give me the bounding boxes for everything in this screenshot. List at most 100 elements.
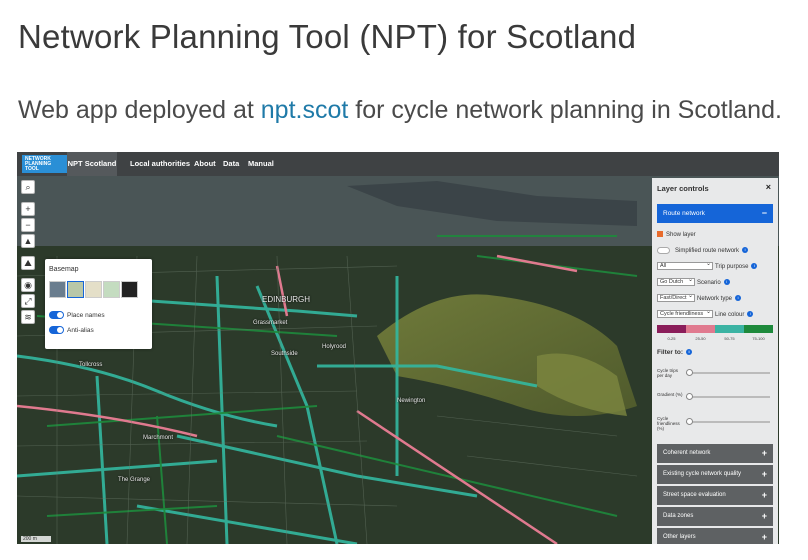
nav-manual[interactable]: Manual	[248, 152, 274, 176]
basemap-terrain[interactable]	[103, 281, 120, 298]
trip-purpose-select[interactable]: All	[657, 261, 713, 271]
section-label: Street space evaluation	[663, 492, 726, 498]
network-type-select[interactable]: Fast/Direct	[657, 293, 695, 303]
scenario-label: Scenario	[697, 280, 721, 286]
legend-swatch-3	[715, 325, 744, 333]
simplified-label: Simplified route network	[675, 248, 740, 254]
basemap-options	[49, 281, 139, 303]
colour-legend	[657, 325, 773, 333]
place-names-toggle[interactable]: Place names	[49, 311, 105, 321]
nav-home[interactable]: NPT Scotland	[67, 152, 117, 176]
section-label: Existing cycle network quality	[663, 471, 742, 477]
fullscreen-icon[interactable]: ⤢	[21, 294, 35, 308]
legend-swatch-1	[657, 325, 686, 333]
subtitle-text-start: Web app deployed at	[18, 96, 261, 124]
scenario-select[interactable]: Go Dutch	[657, 277, 695, 287]
filter-label: Filter to:	[657, 349, 683, 356]
info-icon[interactable]: i	[751, 263, 758, 270]
legend-value: 0-25	[667, 336, 676, 341]
npt-logo[interactable]: NETWORK PLANNING TOOL	[22, 155, 75, 173]
cycle-trips-slider[interactable]	[686, 369, 770, 376]
collapse-icon[interactable]: −	[762, 204, 767, 223]
trip-purpose-row: AllTrip purposei	[657, 261, 758, 272]
cycle-friendliness-slider[interactable]	[686, 418, 770, 425]
map-label: Marchmont	[143, 435, 174, 441]
nav-local-authorities[interactable]: Local authorities	[130, 152, 190, 176]
layer-controls-title: Layer controls	[657, 184, 709, 193]
line-colour-select[interactable]: Cycle friendliness	[657, 309, 713, 319]
basemap-panel: Basemap Place names Anti-alias	[45, 259, 152, 349]
slider-handle[interactable]	[686, 369, 693, 376]
basemap-light[interactable]	[85, 281, 102, 298]
data-zones-section[interactable]: Data zones +	[657, 507, 773, 526]
anti-alias-toggle[interactable]: Anti-alias	[49, 326, 94, 336]
network-type-row: Fast/DirectNetwork typei	[657, 293, 742, 304]
map-toolbar: ⌕ + − ▲ ⛰ ◉ ⤢ ≋	[21, 180, 35, 326]
info-icon[interactable]: i	[735, 295, 742, 302]
other-layers-section[interactable]: Other layers +	[657, 528, 773, 544]
filter-heading: Filter to: i	[657, 349, 692, 356]
scenario-row: Go DutchScenarioi	[657, 277, 730, 288]
expand-icon[interactable]: +	[762, 465, 767, 484]
street-space-section[interactable]: Street space evaluation +	[657, 486, 773, 505]
layers-icon[interactable]: ≋	[21, 310, 35, 324]
slider-handle[interactable]	[686, 393, 693, 400]
map-label: Grassmarket	[253, 320, 288, 326]
anti-alias-switch[interactable]	[49, 326, 64, 335]
zoom-in-icon[interactable]: +	[21, 202, 35, 216]
show-layer-label: Show layer	[666, 232, 696, 238]
basemap-title: Basemap	[49, 266, 79, 273]
map-label: Newington	[397, 398, 426, 404]
subtitle-text-end: for cycle network planning in Scotland.	[348, 96, 782, 124]
expand-icon[interactable]: +	[762, 486, 767, 505]
legend-values: 0-25 25-50 50-75 75-100	[657, 336, 773, 341]
info-icon[interactable]: i	[742, 247, 749, 254]
zoom-out-icon[interactable]: −	[21, 218, 35, 232]
legend-swatch-4	[744, 325, 773, 333]
section-label: Other layers	[663, 534, 696, 540]
network-type-label: Network type	[697, 296, 733, 302]
info-icon[interactable]: i	[747, 311, 754, 318]
place-names-switch[interactable]	[49, 311, 64, 320]
line-colour-row: Cycle friendlinessLine colouri	[657, 309, 754, 320]
show-layer-row[interactable]: Show layer	[657, 230, 696, 240]
nav-data[interactable]: Data	[223, 152, 239, 176]
route-network-label: Route network	[663, 210, 705, 217]
show-layer-checkbox[interactable]	[657, 231, 663, 238]
compass-icon[interactable]: ▲	[21, 234, 35, 248]
layer-controls-panel: Layer controls × Route network − Show lay…	[652, 178, 778, 544]
nav-about[interactable]: About	[194, 152, 216, 176]
page-title: Network Planning Tool (NPT) for Scotland	[18, 18, 637, 55]
logo-text: NETWORK PLANNING TOOL	[25, 156, 52, 172]
cycle-network-quality-section[interactable]: Existing cycle network quality +	[657, 465, 773, 484]
map-label: Southside	[271, 351, 298, 357]
locate-icon[interactable]: ◉	[21, 278, 35, 292]
map-label: The Grange	[118, 477, 151, 483]
search-icon[interactable]: ⌕	[21, 180, 35, 194]
section-label: Data zones	[663, 513, 694, 519]
map-label: EDINBURGH	[262, 295, 311, 304]
npt-link[interactable]: npt.scot	[261, 96, 349, 124]
route-network-header[interactable]: Route network −	[657, 204, 773, 223]
simplified-row[interactable]: Simplified route network i	[657, 246, 749, 256]
expand-icon[interactable]: +	[762, 444, 767, 463]
legend-value: 50-75	[724, 336, 735, 341]
basemap-satellite[interactable]	[49, 281, 66, 298]
info-icon[interactable]: i	[686, 349, 692, 356]
section-label: Coherent network	[663, 450, 711, 456]
page-subtitle: Web app deployed at npt.scot for cycle n…	[18, 96, 782, 125]
simplified-switch[interactable]	[657, 246, 670, 254]
close-icon[interactable]: ×	[766, 182, 771, 192]
coherent-network-section[interactable]: Coherent network +	[657, 444, 773, 463]
expand-icon[interactable]: +	[762, 507, 767, 526]
place-names-label: Place names	[67, 312, 105, 319]
anti-alias-label: Anti-alias	[67, 327, 94, 334]
map-label: Tollcross	[79, 362, 103, 368]
basemap-outdoor[interactable]	[67, 281, 84, 298]
info-icon[interactable]: i	[723, 279, 730, 286]
gradient-slider[interactable]	[686, 393, 770, 400]
expand-icon[interactable]: +	[762, 528, 767, 544]
terrain-icon[interactable]: ⛰	[21, 256, 35, 270]
basemap-dark[interactable]	[121, 281, 138, 298]
slider-handle[interactable]	[686, 418, 693, 425]
